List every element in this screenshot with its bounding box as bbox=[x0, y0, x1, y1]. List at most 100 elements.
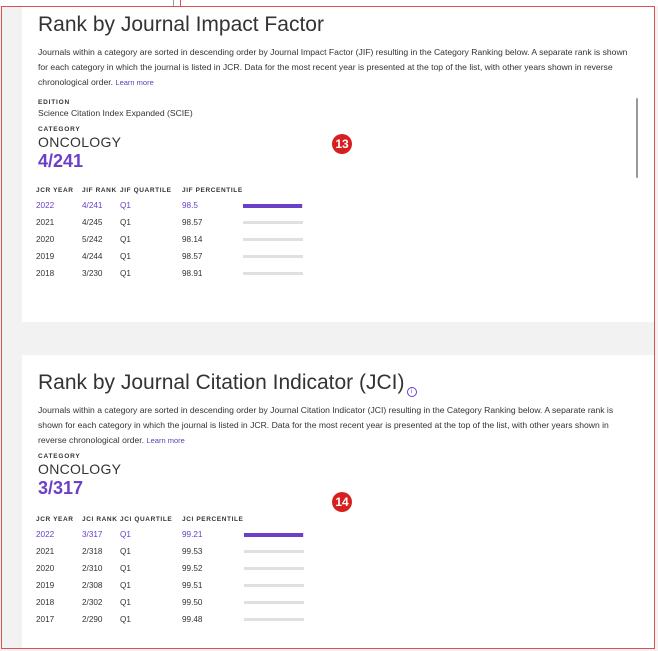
cell-percentile-bar bbox=[243, 560, 304, 577]
cell-rank: 2/310 bbox=[82, 564, 103, 573]
cell-percentile: 98.14 bbox=[182, 235, 203, 244]
cell-quartile: Q1 bbox=[120, 547, 131, 556]
cell-percentile: 98.91 bbox=[182, 269, 203, 278]
cell-quartile: Q1 bbox=[120, 581, 131, 590]
cell-quartile: Q1 bbox=[120, 269, 131, 278]
cell-year[interactable]: 2022 bbox=[36, 197, 82, 214]
percentile-bar bbox=[243, 550, 304, 553]
percentile-bar-fill bbox=[243, 618, 304, 621]
divider bbox=[173, 0, 174, 6]
percentile-bar-fill bbox=[242, 255, 302, 258]
percentile-bar bbox=[243, 618, 304, 621]
category-label: CATEGORY bbox=[38, 453, 81, 460]
table-row: 2020 2/310 Q1 99.52 bbox=[36, 560, 304, 577]
cell-year: 2021 bbox=[36, 218, 55, 227]
edition-value: Science Citation Index Expanded (SCIE) bbox=[38, 108, 193, 118]
cell-year: 2018 bbox=[36, 269, 55, 278]
cell-percentile-bar bbox=[242, 231, 303, 248]
cell-percentile: 99.52 bbox=[182, 564, 203, 573]
jif-learn-more-link[interactable]: Learn more bbox=[115, 78, 153, 87]
percentile-bar-fill bbox=[242, 221, 302, 224]
cell-rank: 3/230 bbox=[82, 269, 103, 278]
cell-percentile-bar bbox=[242, 265, 303, 282]
jci-rank-table: JCR YEAR JCI RANK JCI QUARTILE JCI PERCE… bbox=[36, 512, 304, 628]
cell-rank: 4/245 bbox=[82, 218, 103, 227]
percentile-bar-fill bbox=[242, 272, 303, 275]
cell-percentile-bar bbox=[243, 543, 304, 560]
jci-description: Journals within a category are sorted in… bbox=[38, 403, 634, 448]
table-row: 2018 2/302 Q1 99.50 bbox=[36, 594, 304, 611]
column-header: JIF QUARTILE bbox=[120, 186, 172, 194]
cell-rank: 2/302 bbox=[82, 598, 103, 607]
cell-rank: 4/244 bbox=[82, 252, 103, 261]
table-row: 2018 3/230 Q1 98.91 bbox=[36, 265, 303, 282]
category-rank: 4/241 bbox=[38, 151, 84, 171]
cell-percentile[interactable]: 98.5 bbox=[182, 197, 243, 214]
category-name: ONCOLOGY bbox=[38, 134, 122, 150]
cell-percentile-bar bbox=[243, 577, 304, 594]
table-header-row: JCR YEAR JCI RANK JCI QUARTILE JCI PERCE… bbox=[36, 512, 304, 526]
table-row: 2020 5/242 Q1 98.14 bbox=[36, 231, 303, 248]
cell-percentile-bar bbox=[242, 248, 303, 265]
percentile-bar bbox=[243, 601, 304, 604]
table-row: 2021 2/318 Q1 99.53 bbox=[36, 543, 304, 560]
cell-percentile-bar bbox=[242, 197, 303, 214]
cell-percentile: 99.53 bbox=[182, 547, 203, 556]
annotation-marker: 14 bbox=[332, 492, 352, 512]
jci-learn-more-link[interactable]: Learn more bbox=[146, 436, 184, 445]
percentile-bar-fill bbox=[243, 567, 304, 570]
percentile-bar bbox=[243, 532, 304, 537]
column-header: JCR YEAR bbox=[36, 515, 74, 523]
cell-year: 2020 bbox=[36, 564, 55, 573]
percentile-bar bbox=[243, 584, 304, 587]
cell-year: 2020 bbox=[36, 235, 55, 244]
table-row: 2017 2/290 Q1 99.48 bbox=[36, 611, 304, 628]
jif-title: Rank by Journal Impact Factor bbox=[38, 13, 324, 36]
info-icon[interactable]: i bbox=[406, 387, 417, 397]
cell-quartile: Q1 bbox=[120, 615, 131, 624]
cell-year[interactable]: 2022 bbox=[36, 526, 82, 543]
cell-quartile[interactable]: Q1 bbox=[120, 526, 182, 543]
cell-year: 2019 bbox=[36, 252, 55, 261]
cell-rank: 2/290 bbox=[82, 615, 103, 624]
cell-percentile: 98.57 bbox=[182, 218, 203, 227]
percentile-bar bbox=[242, 272, 303, 275]
table-row: 2019 4/244 Q1 98.57 bbox=[36, 248, 303, 265]
cell-year: 2021 bbox=[36, 547, 55, 556]
cell-quartile: Q1 bbox=[120, 218, 131, 227]
percentile-bar bbox=[242, 255, 303, 258]
percentile-bar bbox=[243, 567, 304, 570]
jif-rank-table: JCR YEAR JIF RANK JIF QUARTILE JIF PERCE… bbox=[36, 183, 303, 282]
percentile-bar-fill bbox=[242, 203, 302, 208]
percentile-bar bbox=[242, 221, 303, 224]
column-header: JCI QUARTILE bbox=[120, 515, 173, 523]
cell-quartile[interactable]: Q1 bbox=[120, 197, 182, 214]
cell-percentile[interactable]: 99.21 bbox=[182, 526, 244, 543]
cell-rank: 5/242 bbox=[82, 235, 103, 244]
percentile-bar bbox=[242, 238, 303, 241]
cell-rank[interactable]: 4/241 bbox=[82, 197, 120, 214]
cell-percentile: 98.57 bbox=[182, 252, 203, 261]
column-header: JCI PERCENTILE bbox=[182, 515, 244, 523]
jci-rank-card: Rank by Journal Citation Indicator (JCI)… bbox=[22, 355, 655, 648]
cell-rank[interactable]: 3/317 bbox=[82, 526, 120, 543]
cell-quartile: Q1 bbox=[120, 564, 131, 573]
cell-percentile: 99.50 bbox=[182, 598, 203, 607]
table-row: 2021 4/245 Q1 98.57 bbox=[36, 214, 303, 231]
cell-percentile-bar bbox=[242, 214, 303, 231]
percentile-bar-fill bbox=[243, 532, 304, 537]
cell-percentile-bar bbox=[243, 526, 304, 543]
column-header: JCR YEAR bbox=[36, 186, 74, 194]
table-header-row: JCR YEAR JIF RANK JIF QUARTILE JIF PERCE… bbox=[36, 183, 303, 197]
table-row: 2019 2/308 Q1 99.51 bbox=[36, 577, 304, 594]
percentile-bar-fill bbox=[243, 601, 304, 604]
percentile-bar-fill bbox=[242, 238, 302, 241]
edition-label: EDITION bbox=[38, 99, 70, 106]
category-name: ONCOLOGY bbox=[38, 461, 122, 477]
scrollbar[interactable] bbox=[636, 98, 638, 178]
cell-quartile: Q1 bbox=[120, 252, 131, 261]
column-header: JIF PERCENTILE bbox=[182, 186, 243, 194]
category-rank: 3/317 bbox=[38, 478, 84, 498]
table-row: 2022 3/317 Q1 99.21 bbox=[36, 526, 304, 543]
annotation-marker: 13 bbox=[332, 134, 352, 154]
